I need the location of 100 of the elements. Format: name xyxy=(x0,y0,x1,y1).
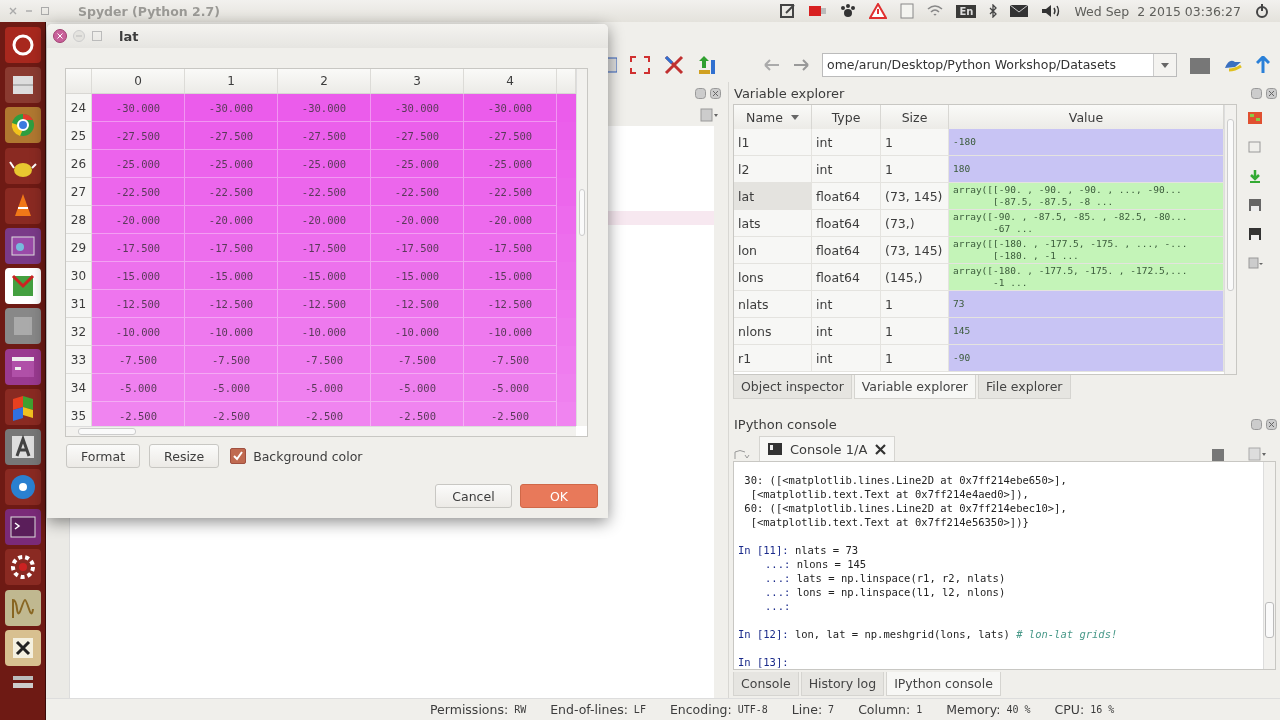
table-cell[interactable]: lat xyxy=(734,183,812,209)
table-cell[interactable]: -27.500 xyxy=(185,122,278,150)
table-cell[interactable]: -10.000 xyxy=(464,318,557,346)
table-cell[interactable]: -12.500 xyxy=(464,290,557,318)
table-cell[interactable]: -27.500 xyxy=(92,122,185,150)
table-cell[interactable]: -30.000 xyxy=(371,94,464,122)
table-cell[interactable]: -7.500 xyxy=(185,346,278,374)
table-cell[interactable]: -25.000 xyxy=(185,150,278,178)
table-cell[interactable]: lon xyxy=(734,237,812,263)
close-icon[interactable] xyxy=(710,87,721,99)
table-cell[interactable]: -12.500 xyxy=(371,290,464,318)
table-cell[interactable] xyxy=(557,262,576,290)
close-icon[interactable] xyxy=(1266,87,1277,99)
table-cell[interactable]: -10.000 xyxy=(185,318,278,346)
flag-icon[interactable] xyxy=(4,388,41,425)
scrollbar[interactable] xyxy=(66,426,576,436)
tab[interactable]: Object inspector xyxy=(733,375,852,399)
table-cell[interactable]: -22.500 xyxy=(92,178,185,206)
table-cell[interactable]: -7.500 xyxy=(464,346,557,374)
table-cell[interactable]: -20.000 xyxy=(278,206,371,234)
column-header[interactable]: 2 xyxy=(278,69,371,93)
power-icon[interactable] xyxy=(1254,3,1270,19)
console-tab[interactable]: Console 1/A xyxy=(759,436,896,461)
table-cell[interactable] xyxy=(557,206,576,234)
wave-icon[interactable] xyxy=(4,589,41,626)
table-cell[interactable] xyxy=(557,150,576,178)
tool-button[interactable]: Resize xyxy=(149,444,220,468)
gear-icon[interactable] xyxy=(4,549,41,586)
save-icon[interactable] xyxy=(1247,197,1263,213)
table-cell[interactable]: -2.500 xyxy=(185,402,278,426)
edit-icon[interactable] xyxy=(780,3,797,19)
tool-button[interactable]: Format xyxy=(66,444,141,468)
table-cell[interactable]: l2 xyxy=(734,156,812,182)
table-cell[interactable]: -25.000 xyxy=(92,150,185,178)
python-path-icon[interactable] xyxy=(698,54,718,76)
table-cell[interactable] xyxy=(557,122,576,150)
clock[interactable]: Wed Sep 2 2015 03:36:27 xyxy=(1074,3,1241,19)
cross-icon[interactable] xyxy=(4,629,41,666)
table-cell[interactable]: -22.500 xyxy=(278,178,371,206)
table-cell[interactable]: -2.500 xyxy=(92,402,185,426)
warning-icon[interactable] xyxy=(869,3,888,19)
column-header[interactable]: 4 xyxy=(464,69,557,93)
options-icon[interactable] xyxy=(1247,255,1263,271)
table-cell[interactable]: -17.500 xyxy=(185,234,278,262)
path-field[interactable]: ome/arun/Desktop/Python Workshop/Datasets xyxy=(822,53,1177,77)
undock-icon[interactable] xyxy=(1251,418,1262,430)
table-cell[interactable]: -17.500 xyxy=(92,234,185,262)
table-cell[interactable]: -15.000 xyxy=(185,262,278,290)
download-icon[interactable] xyxy=(1247,168,1263,184)
table-cell[interactable]: -22.500 xyxy=(371,178,464,206)
table-cell[interactable]: -15.000 xyxy=(92,262,185,290)
close-icon[interactable] xyxy=(875,443,887,455)
close-icon[interactable] xyxy=(1266,418,1277,430)
variable-table[interactable] xyxy=(733,104,1237,375)
fullscreen-icon[interactable] xyxy=(630,56,650,74)
table-cell[interactable] xyxy=(557,94,576,122)
table-cell[interactable]: nlons xyxy=(734,318,812,344)
table-cell[interactable]: -22.500 xyxy=(464,178,557,206)
table-cell[interactable]: -2.500 xyxy=(278,402,371,426)
table-cell[interactable]: r1 xyxy=(734,345,812,371)
table-icon[interactable] xyxy=(1247,110,1263,126)
up-arrow-icon[interactable] xyxy=(1256,56,1270,74)
table-cell[interactable] xyxy=(557,290,576,318)
table-cell[interactable]: -27.500 xyxy=(464,122,557,150)
record-icon[interactable] xyxy=(809,4,828,18)
table-cell[interactable] xyxy=(557,374,576,402)
row-header[interactable]: 27 xyxy=(66,178,92,206)
table-cell[interactable]: lats xyxy=(734,210,812,236)
traffic-cone-icon[interactable] xyxy=(4,187,41,224)
sort-icon[interactable] xyxy=(790,114,799,120)
paw-icon[interactable] xyxy=(840,3,857,19)
panel-icon[interactable] xyxy=(4,348,41,385)
table-cell[interactable]: -7.500 xyxy=(92,346,185,374)
tab[interactable]: Console xyxy=(733,672,799,696)
row-header[interactable]: 24 xyxy=(66,94,92,122)
table-cell[interactable]: -17.500 xyxy=(464,234,557,262)
table-cell[interactable]: -20.000 xyxy=(185,206,278,234)
close-icon[interactable] xyxy=(53,29,67,43)
table-cell[interactable] xyxy=(557,318,576,346)
scrollbar[interactable] xyxy=(1263,462,1275,669)
table-cell[interactable]: -27.500 xyxy=(371,122,464,150)
wifi-icon[interactable] xyxy=(927,4,944,18)
row-header[interactable]: 29 xyxy=(66,234,92,262)
table-cell[interactable]: -22.500 xyxy=(185,178,278,206)
save-all-icon[interactable] xyxy=(1247,226,1263,242)
table-cell[interactable]: lons xyxy=(734,264,812,290)
dialog-button[interactable]: Cancel xyxy=(435,484,512,508)
checkbox[interactable] xyxy=(230,448,247,464)
table-cell[interactable]: -20.000 xyxy=(371,206,464,234)
table-cell[interactable]: -15.000 xyxy=(464,262,557,290)
bluetooth-icon[interactable] xyxy=(989,4,998,18)
row-header[interactable]: 35 xyxy=(66,402,92,426)
table-cell[interactable]: -10.000 xyxy=(92,318,185,346)
table-cell[interactable] xyxy=(557,402,576,426)
row-header[interactable]: 33 xyxy=(66,346,92,374)
table-cell[interactable]: -12.500 xyxy=(92,290,185,318)
undock-icon[interactable] xyxy=(1251,87,1262,99)
table-cell[interactable]: l1 xyxy=(734,129,812,155)
table-cell[interactable]: -25.000 xyxy=(464,150,557,178)
table-cell[interactable]: -25.000 xyxy=(278,150,371,178)
